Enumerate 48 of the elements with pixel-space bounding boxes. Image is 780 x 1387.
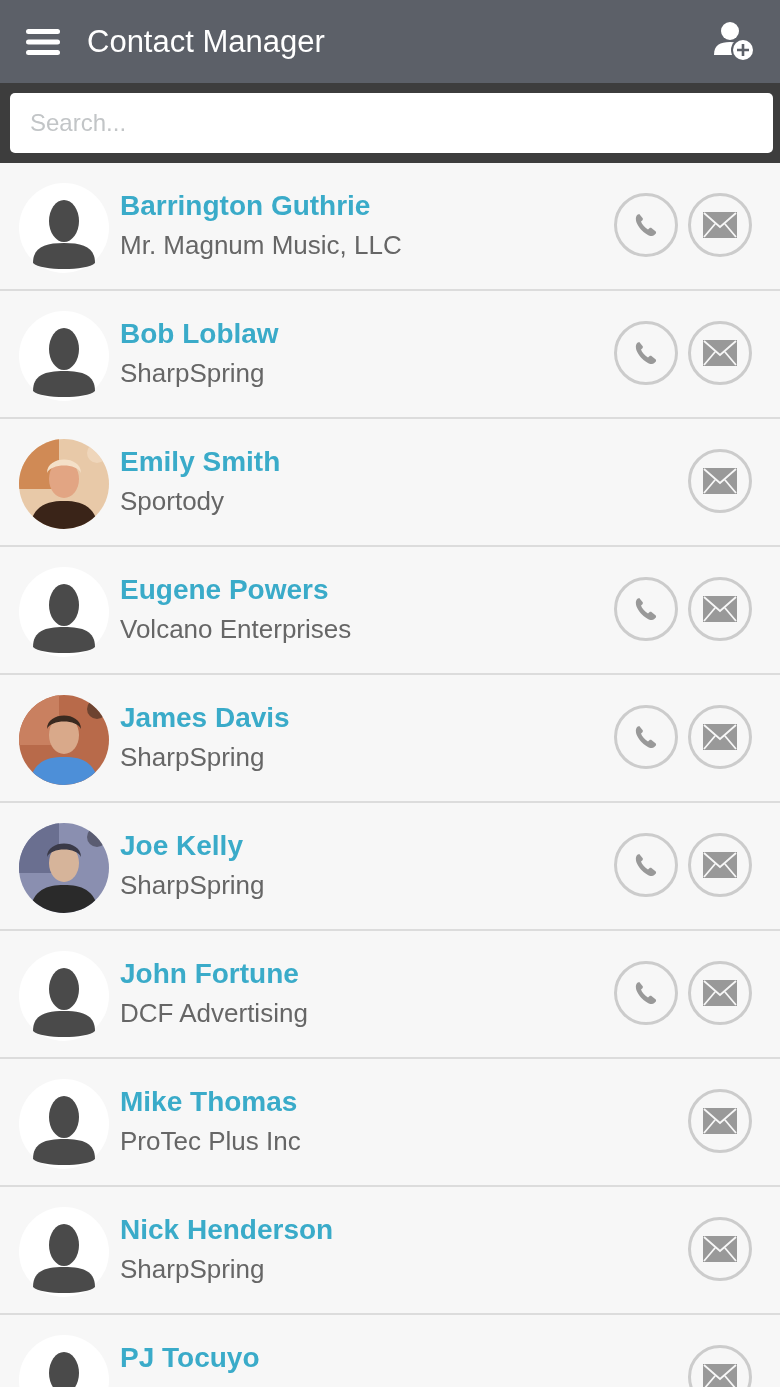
contact-name[interactable]: Eugene Powers xyxy=(120,574,329,606)
contact-name[interactable]: Nick Henderson xyxy=(120,1214,334,1246)
call-button[interactable] xyxy=(614,577,678,641)
envelope-icon xyxy=(703,1236,737,1262)
email-button[interactable] xyxy=(688,961,752,1025)
envelope-icon xyxy=(703,468,737,494)
contact-name[interactable]: PJ Tocuyo xyxy=(120,1342,260,1374)
email-button[interactable] xyxy=(688,705,752,769)
envelope-icon xyxy=(703,212,737,238)
call-button[interactable] xyxy=(614,833,678,897)
company-name: SharpSpring xyxy=(120,870,266,901)
company-name: DCF Advertising xyxy=(120,998,309,1029)
envelope-icon xyxy=(703,596,737,622)
company-name: Volcano Enterprises xyxy=(120,614,353,645)
email-button[interactable] xyxy=(688,1089,752,1153)
search-field[interactable]: Search... xyxy=(10,93,773,153)
email-button[interactable] xyxy=(688,449,752,513)
company-name: SharpSpring xyxy=(120,358,266,389)
app-title: Contact Manager xyxy=(87,23,326,60)
contact-name[interactable]: Mike Thomas xyxy=(120,1086,298,1118)
company-name: Mr. Magnum Music, LLC xyxy=(120,230,403,261)
company-name: Sportody xyxy=(120,486,226,517)
envelope-icon xyxy=(703,1108,737,1134)
contact-name[interactable]: John Fortune xyxy=(120,958,299,990)
contact-name[interactable]: James Davis xyxy=(120,702,290,734)
contact-name[interactable]: Barrington Guthrie xyxy=(120,190,371,222)
envelope-icon xyxy=(703,1364,737,1387)
envelope-icon xyxy=(703,724,737,750)
envelope-icon xyxy=(703,340,737,366)
email-button[interactable] xyxy=(688,321,752,385)
envelope-icon xyxy=(703,852,737,878)
add-contact-icon[interactable] xyxy=(712,20,756,63)
contact-name[interactable]: Bob Loblaw xyxy=(120,318,279,350)
email-button[interactable] xyxy=(688,833,752,897)
call-button[interactable] xyxy=(614,321,678,385)
company-name: SharpSpring xyxy=(120,1254,266,1285)
email-button[interactable] xyxy=(688,577,752,641)
company-name: ProTec Plus Inc xyxy=(120,1126,302,1157)
contact-name[interactable]: Joe Kelly xyxy=(120,830,243,862)
contact-name[interactable]: Emily Smith xyxy=(120,446,281,478)
email-button[interactable] xyxy=(688,1217,752,1281)
call-button[interactable] xyxy=(614,705,678,769)
email-button[interactable] xyxy=(688,193,752,257)
company-name: SharpSpring xyxy=(120,742,266,773)
menu-icon[interactable] xyxy=(26,28,60,55)
envelope-icon xyxy=(703,980,737,1006)
call-button[interactable] xyxy=(614,193,678,257)
call-button[interactable] xyxy=(614,961,678,1025)
